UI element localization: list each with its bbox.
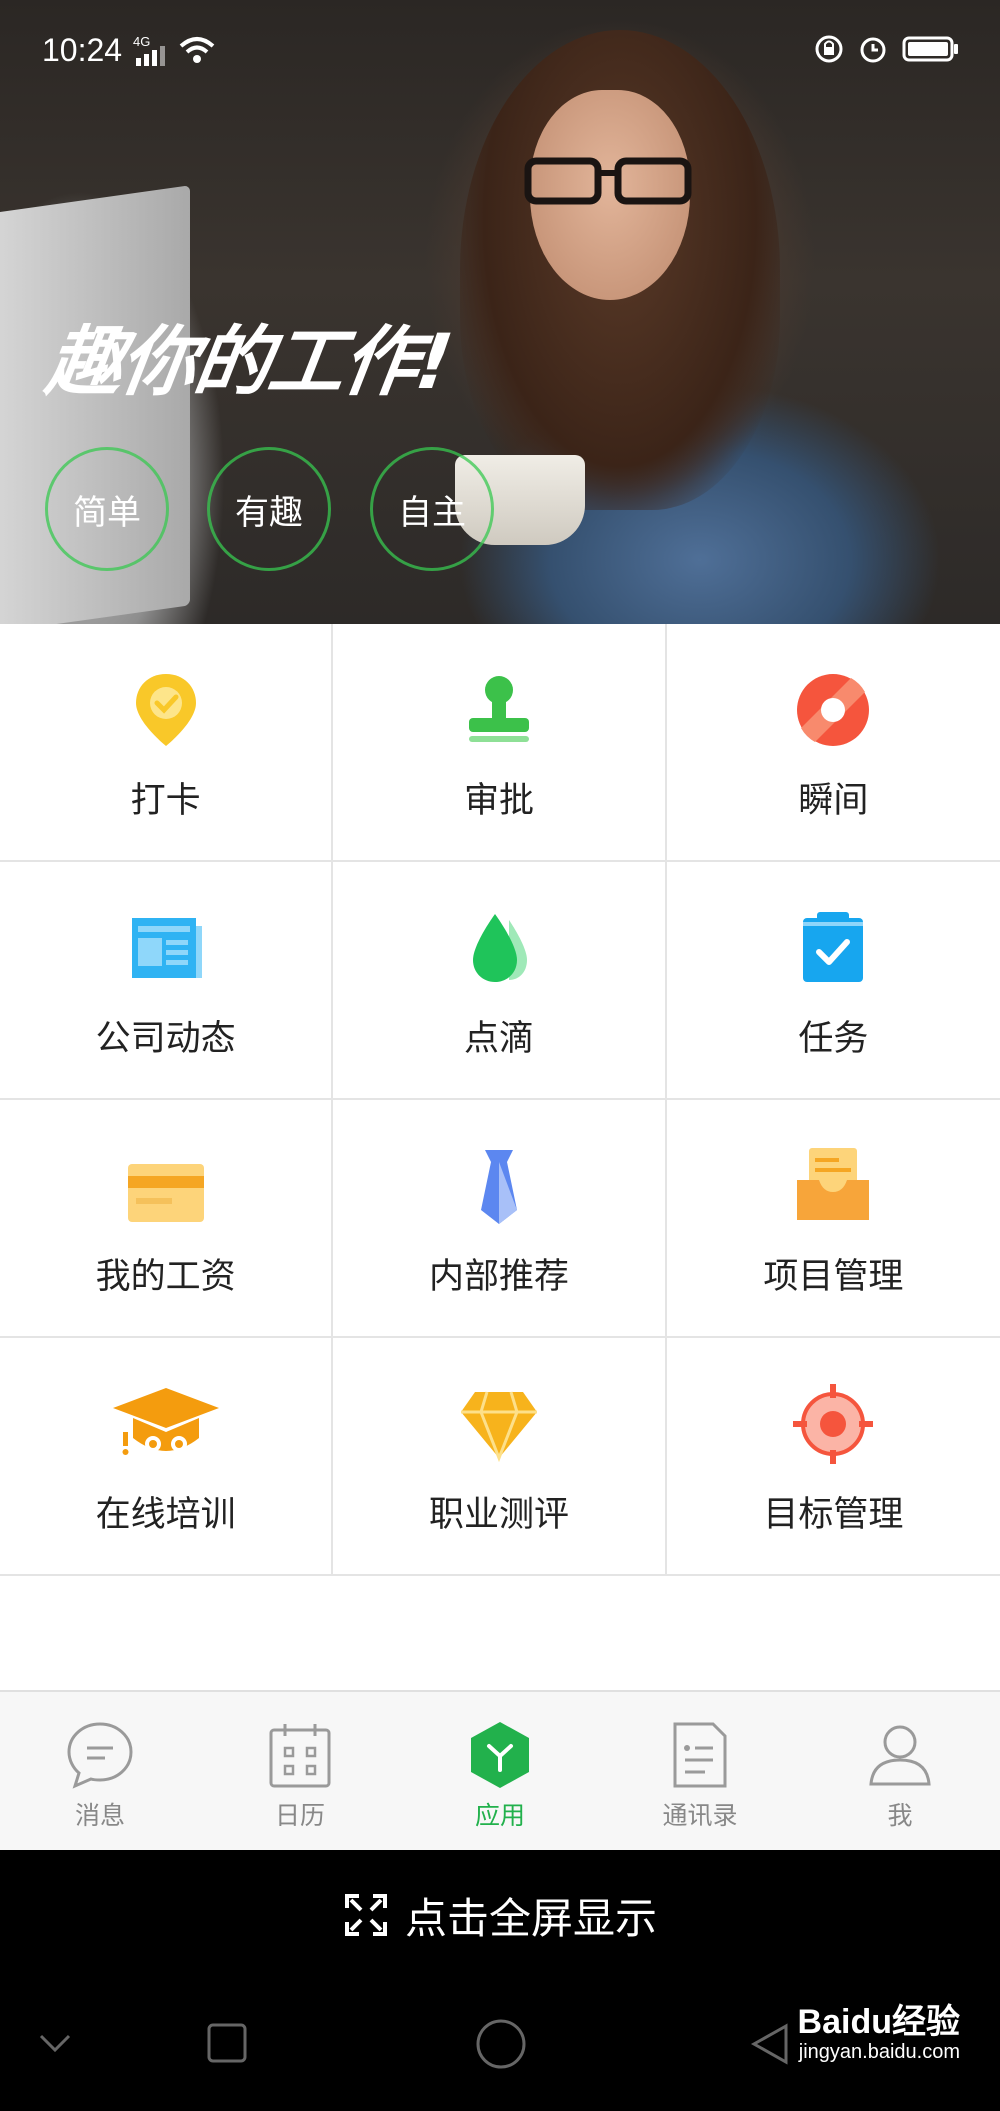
tab-messages[interactable]: 消息 xyxy=(0,1692,200,1850)
signal-icon xyxy=(136,46,165,66)
wifi-icon xyxy=(179,37,215,63)
tab-label: 我 xyxy=(887,1801,913,1830)
app-moment[interactable]: 瞬间 xyxy=(666,624,1000,862)
glasses-graphic xyxy=(524,157,692,205)
app-online-training[interactable]: 在线培训 xyxy=(0,1338,334,1576)
rotation-lock-icon xyxy=(815,35,843,63)
tab-apps[interactable]: 应用 xyxy=(400,1692,600,1850)
baidu-watermark: Baidu经验 jingyan.baidu.com xyxy=(798,1994,960,2064)
folder-inbox-icon xyxy=(797,1148,870,1220)
tag-autonomy: 自主 xyxy=(370,447,494,571)
app-career-assessment[interactable]: 职业测评 xyxy=(333,1338,667,1576)
expand-icon xyxy=(344,1894,387,1936)
app-punch-in[interactable]: 打卡 xyxy=(0,624,334,862)
location-check-icon xyxy=(135,674,196,746)
tab-label: 日历 xyxy=(274,1801,325,1830)
fullscreen-label: 点击全屏显示 xyxy=(404,1893,657,1943)
stamp-icon xyxy=(468,676,529,742)
target-icon xyxy=(793,1384,874,1464)
tab-calendar[interactable]: 日历 xyxy=(200,1692,400,1850)
moment-icon xyxy=(797,674,870,746)
app-my-salary[interactable]: 我的工资 xyxy=(0,1100,334,1338)
battery-icon xyxy=(902,36,958,62)
apps-cube-icon xyxy=(471,1722,529,1788)
app-bits[interactable]: 点滴 xyxy=(333,862,667,1100)
tab-label: 应用 xyxy=(474,1801,525,1830)
app-label: 瞬间 xyxy=(798,781,869,821)
app-label: 内部推荐 xyxy=(428,1257,569,1297)
home-icon[interactable] xyxy=(475,2018,527,2070)
chevron-down-icon[interactable] xyxy=(38,2032,72,2054)
fullscreen-button[interactable]: 点击全屏显示 xyxy=(0,1850,1000,1980)
app-label: 在线培训 xyxy=(95,1495,236,1535)
app-grid: 打卡 审批 瞬间 公司动态 点滴 任务 我的工资 内部推荐 项目管理 在线培训 … xyxy=(0,624,1000,1576)
app-label: 目标管理 xyxy=(763,1495,904,1535)
tag-fun: 有趣 xyxy=(207,447,331,571)
status-time: 10:24 xyxy=(42,32,123,68)
app-label: 我的工资 xyxy=(95,1257,236,1297)
contacts-icon xyxy=(673,1722,727,1788)
back-icon[interactable] xyxy=(750,2022,790,2066)
app-task[interactable]: 任务 xyxy=(666,862,1000,1100)
app-label: 点滴 xyxy=(463,1019,534,1059)
status-bar: 10:24 4G xyxy=(0,0,1000,100)
app-company-news[interactable]: 公司动态 xyxy=(0,862,334,1100)
system-nav-bar: Baidu经验 jingyan.baidu.com xyxy=(0,1980,1000,2111)
calendar-icon xyxy=(269,1724,331,1788)
watermark-main: Baidu经验 xyxy=(797,2003,960,2041)
tab-me[interactable]: 我 xyxy=(800,1692,1000,1850)
watermark-sub: jingyan.baidu.com xyxy=(798,2041,960,2063)
clipboard-check-icon xyxy=(803,912,864,982)
app-approval[interactable]: 审批 xyxy=(333,624,667,862)
app-project-management[interactable]: 项目管理 xyxy=(666,1100,1000,1338)
bottom-tab-bar: 消息 日历 应用 通讯录 我 xyxy=(0,1690,1000,1850)
chat-bubble-icon xyxy=(67,1722,133,1789)
tab-label: 通讯录 xyxy=(662,1801,738,1830)
alarm-icon xyxy=(860,37,886,63)
app-label: 公司动态 xyxy=(95,1019,236,1059)
app-label: 打卡 xyxy=(130,781,201,821)
tab-label: 消息 xyxy=(74,1801,125,1830)
droplet-icon xyxy=(472,914,527,982)
app-label: 审批 xyxy=(463,781,534,821)
person-icon xyxy=(869,1725,931,1786)
app-label: 任务 xyxy=(798,1019,869,1059)
hero-banner[interactable]: 10:24 4G 趣你的工作! 简单 有趣 自主 xyxy=(0,0,1000,624)
newspaper-icon xyxy=(131,918,202,978)
app-goal-management[interactable]: 目标管理 xyxy=(666,1338,1000,1576)
content-spacer xyxy=(0,1576,1000,1690)
salary-card-icon xyxy=(127,1164,204,1222)
app-label: 项目管理 xyxy=(763,1257,904,1297)
diamond-icon xyxy=(460,1391,537,1463)
necktie-icon xyxy=(480,1150,517,1224)
graduation-cap-icon xyxy=(112,1388,219,1455)
tab-contacts[interactable]: 通讯录 xyxy=(600,1692,800,1850)
tag-simple: 简单 xyxy=(45,447,169,571)
banner-slogan: 趣你的工作! xyxy=(40,317,457,406)
app-label: 职业测评 xyxy=(428,1495,569,1535)
recent-apps-icon[interactable] xyxy=(206,2022,248,2064)
app-referral[interactable]: 内部推荐 xyxy=(333,1100,667,1338)
